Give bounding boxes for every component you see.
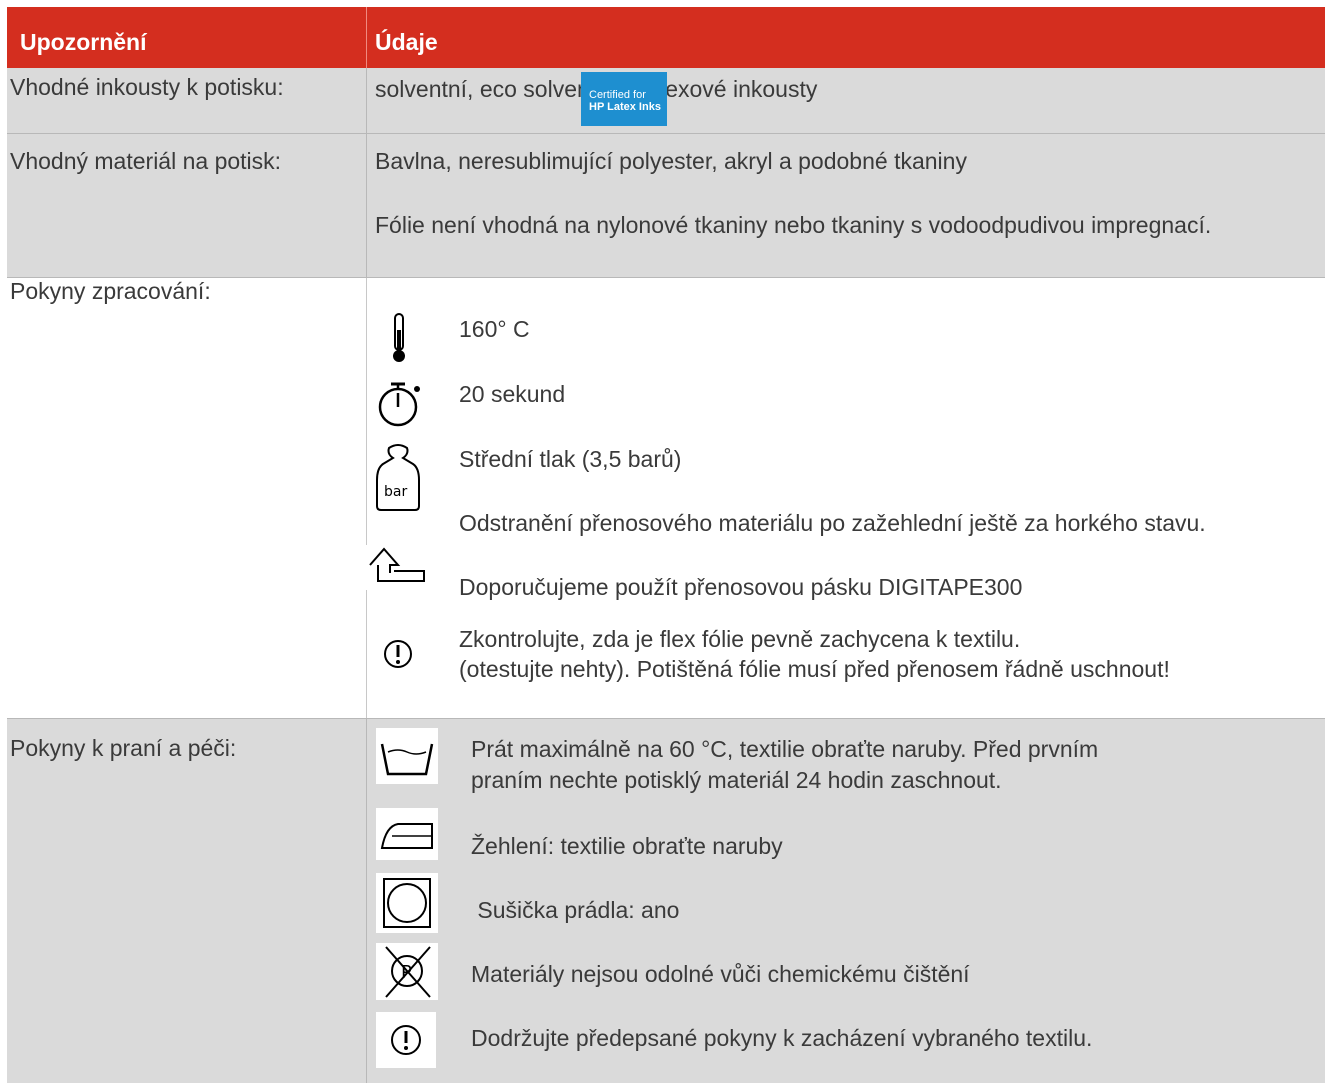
header-label-details: Údaje [375,29,438,55]
header-label-notice: Upozornění [20,29,147,55]
care-dryer: Sušička prádla: ano [471,897,680,923]
hp-latex-badge: Certified for HP Latex Inks [581,72,667,126]
care-dryclean: Materiály nejsou odolné vůči chemickému … [471,961,970,987]
pressure-icon-label: bar [384,484,408,500]
wash-tub-icon [376,728,438,784]
iron-icon [376,808,438,860]
row-material: Vhodný materiál na potisk: Bavlna, neres… [7,134,1325,278]
care-iron: Žehlení: textilie obraťte naruby [471,833,783,859]
processing-check2: (otestujte nehty). Potištěná fólie musí … [459,656,1170,682]
processing-temperature: 160° C [459,316,530,342]
row-care: Pokyny k praní a péči: Prát maximálně na… [7,719,1325,1083]
care-wash-line2: praním nechte potisklý materiál 24 hodin… [471,767,1002,793]
pressure-weight-icon: bar [373,440,423,515]
no-dry-clean-icon: P [376,943,438,1000]
row-label-material: Vhodný materiál na potisk: [10,148,282,174]
badge-line1: Certified for [589,89,646,101]
processing-pressure: Střední tlak (3,5 barů) [459,446,682,472]
row-label-care: Pokyny k praní a péči: [10,735,237,761]
tumble-dryer-icon [376,873,438,933]
processing-time: 20 sekund [459,381,566,407]
processing-check1: Zkontrolujte, zda je flex fólie pevně za… [459,626,1021,652]
material-line1: Bavlna, neresublimující polyester, akryl… [375,148,967,174]
care-follow: Dodržujte předepsané pokyny k zacházení … [471,1025,1093,1051]
row-processing: Pokyny zpracování: 160° C 20 sekund Stře… [7,278,1325,719]
row-label-processing: Pokyny zpracování: [10,278,211,304]
table-header: Upozornění Údaje [7,7,1325,68]
processing-removal: Odstranění přenosového materiálu po zaže… [459,510,1206,536]
row-label-inks: Vhodné inkousty k potisku: [10,74,284,100]
material-line2: Fólie není vhodná na nylonové tkaniny ne… [375,212,1212,238]
care-warning-circle-icon [376,1012,436,1068]
header-cell-notice: Upozornění [7,7,365,68]
header-cell-details: Údaje [366,7,1325,68]
warning-circle-icon [373,627,423,682]
badge-line2: HP Latex Inks [589,101,661,113]
thermometer-icon [373,310,423,365]
care-wash-line1: Prát maximálně na 60 °C, textilie obraťt… [471,736,1099,762]
stopwatch-icon [373,375,423,430]
hot-peel-icon [366,545,426,590]
processing-tape: Doporučujeme použít přenosovou pásku DIG… [459,574,1023,600]
